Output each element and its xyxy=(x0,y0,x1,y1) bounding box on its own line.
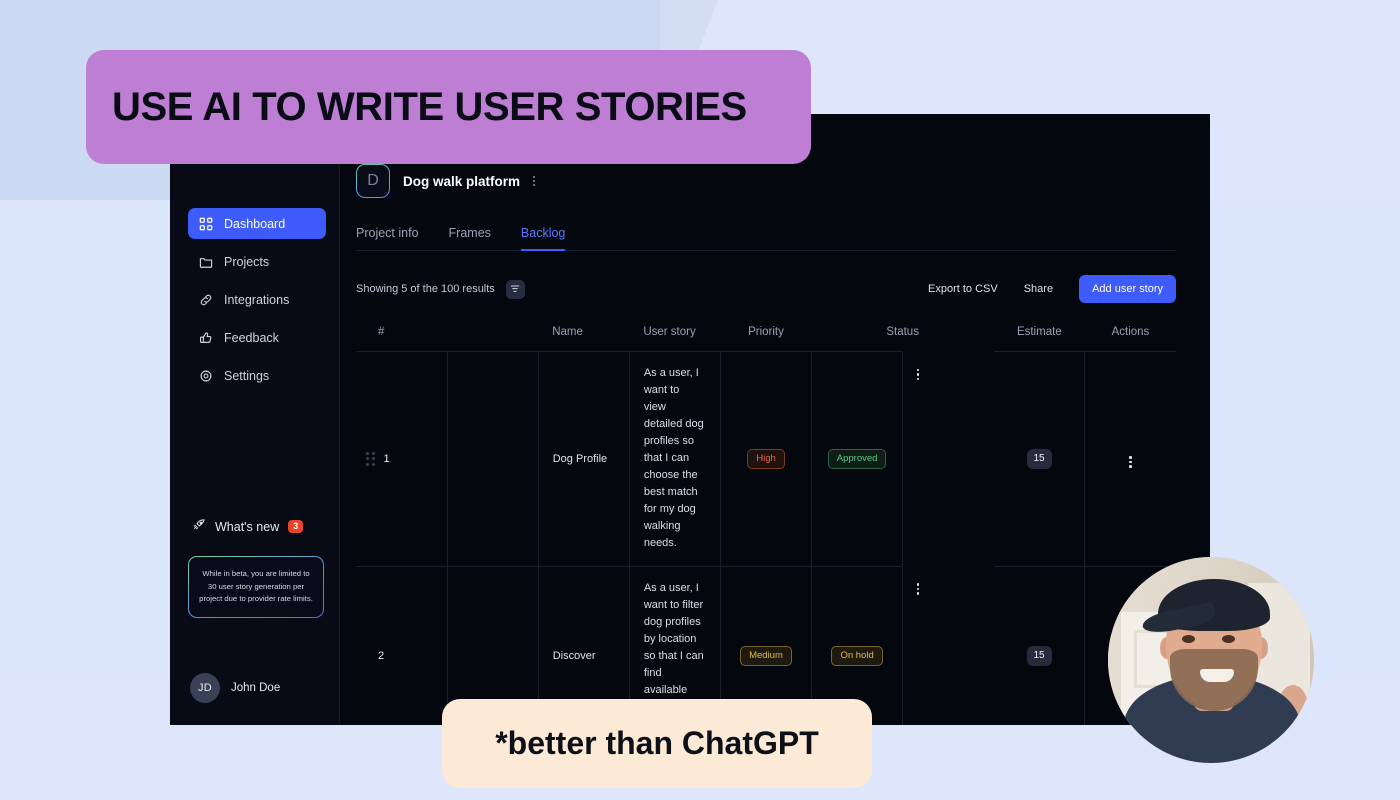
table-header: # Name User story Priority Status Estima… xyxy=(356,326,1176,352)
whats-new-label: What's new xyxy=(215,519,280,534)
row-story: As a user, I want to view detailed dog p… xyxy=(629,351,721,567)
sidebar-item-settings[interactable]: Settings xyxy=(188,360,326,391)
link-icon xyxy=(198,292,213,307)
column-header-index: # xyxy=(378,326,385,338)
row-spacer-cell xyxy=(447,351,539,567)
sidebar-item-projects[interactable]: Projects xyxy=(188,246,326,277)
estimate-chip: 15 xyxy=(1026,448,1052,469)
share-button[interactable]: Share xyxy=(1024,283,1053,295)
priority-badge: High xyxy=(747,449,785,469)
sidebar-item-dashboard[interactable]: Dashboard xyxy=(188,208,326,239)
estimate-chip: 15 xyxy=(1026,646,1052,667)
row-actions[interactable] xyxy=(1084,351,1176,567)
webcam-avatar xyxy=(1108,557,1314,763)
row-estimate[interactable]: 15 xyxy=(993,351,1086,567)
rocket-icon xyxy=(192,518,206,535)
table-toolbar: Showing 5 of the 100 results Export to C… xyxy=(356,275,1176,303)
column-header-actions: Actions xyxy=(1111,326,1150,338)
tab-frames[interactable]: Frames xyxy=(449,226,491,251)
sidebar-item-feedback[interactable]: Feedback xyxy=(188,322,326,353)
column-header-name: Name xyxy=(552,326,583,338)
status-menu-icon[interactable] xyxy=(916,583,920,595)
user-name: John Doe xyxy=(231,682,281,694)
folder-icon xyxy=(198,254,213,269)
thumbs-up-icon xyxy=(198,330,213,345)
priority-badge: Medium xyxy=(740,646,792,666)
kebab-menu-icon[interactable] xyxy=(533,175,536,187)
caption-banner-text: *better than ChatGPT xyxy=(495,725,819,761)
caption-banner: *better than ChatGPT xyxy=(442,699,872,788)
app-window: Dashboard Projects Integrations Feedback… xyxy=(170,114,1210,725)
column-header-estimate: Estimate xyxy=(1016,326,1062,338)
gear-icon xyxy=(198,368,213,383)
screenshot-stage: Dashboard Projects Integrations Feedback… xyxy=(0,0,1400,800)
column-header-status: Status xyxy=(886,326,919,338)
tab-backlog[interactable]: Backlog xyxy=(520,226,566,251)
row-status-menu[interactable] xyxy=(903,352,933,394)
sidebar: Dashboard Projects Integrations Feedback… xyxy=(170,114,340,725)
row-drag-cell[interactable]: 2 xyxy=(356,565,448,725)
project-header: D Dog walk platform xyxy=(356,164,1176,198)
avatar: JD xyxy=(190,673,220,703)
status-badge: Approved xyxy=(827,449,887,469)
whats-new-button[interactable]: What's new 3 xyxy=(192,518,304,535)
status-badge: On hold xyxy=(831,646,883,666)
status-menu-icon[interactable] xyxy=(916,368,920,381)
filter-icon[interactable] xyxy=(505,279,525,299)
sidebar-item-label: Projects xyxy=(224,254,270,269)
sidebar-item-integrations[interactable]: Integrations xyxy=(188,284,326,315)
tab-project-info[interactable]: Project info xyxy=(356,226,419,251)
table-body: 1 Dog Profile As a user, I want to view de… xyxy=(356,351,1176,725)
main-content: D Dog walk platform Project info Frames … xyxy=(340,114,1210,725)
sidebar-item-label: Settings xyxy=(224,368,270,383)
table-row[interactable]: 1 Dog Profile As a user, I want to view de… xyxy=(356,351,1176,567)
row-name: Dog Profile xyxy=(538,351,630,567)
title-banner-text: USE AI TO WRITE USER STORIES xyxy=(112,84,747,129)
sidebar-item-label: Feedback xyxy=(224,330,279,345)
drag-handle-icon[interactable] xyxy=(366,451,375,466)
title-banner: USE AI TO WRITE USER STORIES xyxy=(86,50,811,164)
result-count: Showing 5 of the 100 results xyxy=(356,283,495,295)
project-logo: D xyxy=(356,164,390,198)
sidebar-item-label: Integrations xyxy=(224,292,290,307)
sidebar-item-label: Dashboard xyxy=(224,216,286,231)
user-profile[interactable]: JD John Doe xyxy=(190,673,280,703)
row-number: 2 xyxy=(378,650,385,663)
column-header-priority: Priority xyxy=(748,326,784,338)
row-status[interactable]: Approved xyxy=(811,351,904,567)
row-estimate[interactable]: 15 xyxy=(993,565,1086,725)
whats-new-badge: 3 xyxy=(288,520,304,533)
row-actions-menu-icon[interactable] xyxy=(1129,456,1132,468)
add-user-story-button[interactable]: Add user story xyxy=(1079,275,1176,303)
column-header-story: User story xyxy=(643,326,696,338)
row-priority[interactable]: High xyxy=(720,351,813,567)
toolbar-actions: Export to CSV Share Add user story xyxy=(928,275,1176,303)
grid-icon xyxy=(198,216,213,231)
export-csv-button[interactable]: Export to CSV xyxy=(928,283,998,295)
row-number: 1 xyxy=(383,452,390,465)
page-title: Dog walk platform xyxy=(403,173,521,189)
beta-notice: While in beta, you are limited to 30 use… xyxy=(188,556,324,618)
row-drag-cell[interactable]: 1 xyxy=(356,351,448,567)
backlog-table: # Name User story Priority Status Estima… xyxy=(356,326,1176,725)
row-status-menu[interactable] xyxy=(903,566,933,608)
tab-bar: Project info Frames Backlog xyxy=(356,226,1176,251)
